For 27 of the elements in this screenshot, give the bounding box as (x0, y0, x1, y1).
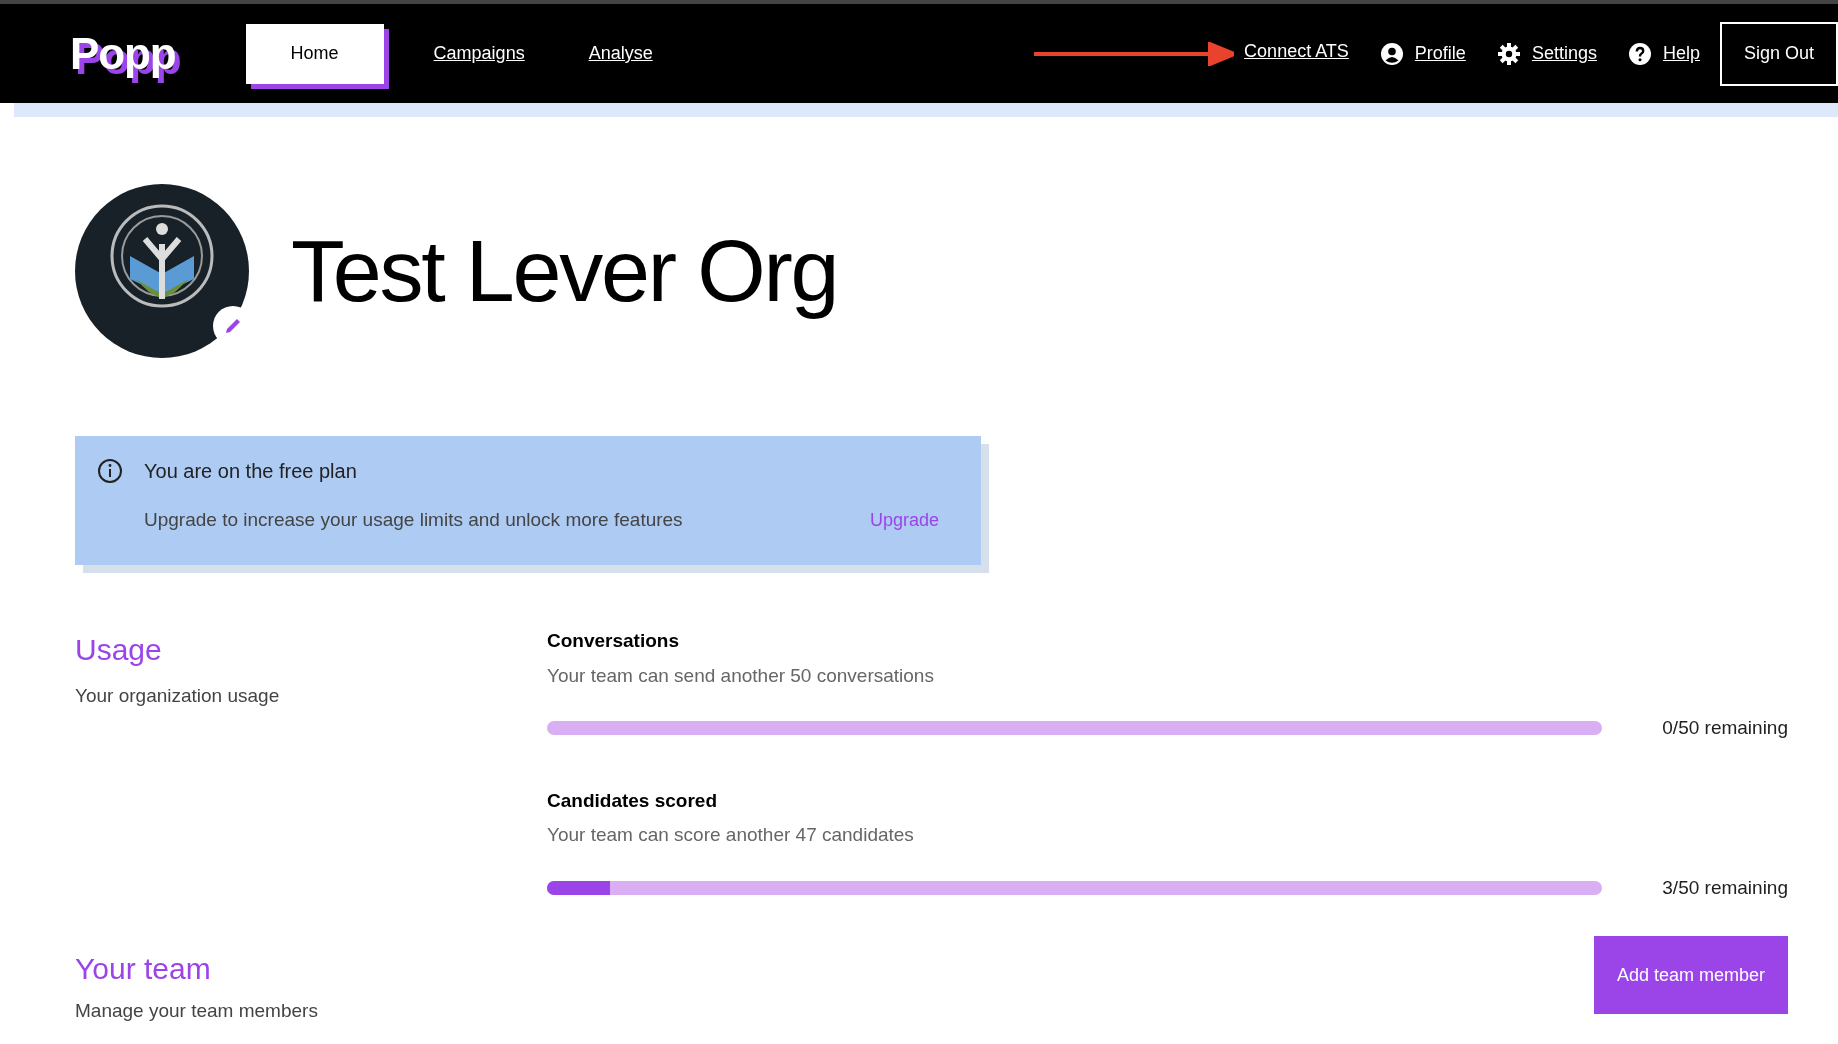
help-icon (1628, 42, 1651, 65)
section-title: Your team (75, 951, 212, 987)
section-subtitle: Your organization usage (75, 684, 281, 708)
info-icon (97, 458, 123, 484)
banner-message: Upgrade to increase your usage limits and unlock more features (144, 508, 683, 532)
nav-link[interactable]: Profile (1414, 40, 1466, 67)
meter-reading: 0/50 remaining (1662, 716, 1788, 740)
arrow-icon (1034, 41, 1235, 66)
meter-description: Your team can score another 47 candidates (547, 823, 915, 847)
sign-out-button[interactable]: Sign Out (1719, 21, 1838, 86)
add-team-member-button[interactable]: Add team member (1594, 936, 1788, 1014)
meter-description: Your team can send another 50 conversations (547, 663, 935, 688)
banner-title: You are on the free plan (144, 459, 358, 484)
meter-title: Candidates scored (547, 788, 718, 813)
meter-reading: 3/50 remaining (1662, 875, 1788, 900)
nav-link[interactable]: Connect ATS (1244, 38, 1349, 65)
pencil-icon (223, 316, 243, 336)
nav-link[interactable]: Help (1662, 40, 1700, 67)
section-title: Usage (75, 632, 163, 668)
nav-tab[interactable]: Analyse (574, 23, 667, 84)
nav-link[interactable]: Settings (1531, 40, 1597, 67)
brand-logo[interactable]: Popp (70, 20, 176, 87)
nav-tab[interactable]: Campaigns (419, 23, 539, 84)
meter-title: Conversations (547, 629, 680, 653)
user-icon (1380, 42, 1403, 65)
section-subtitle: Manage your team members (75, 999, 318, 1023)
organization-name: Test Lever Org (291, 220, 838, 322)
